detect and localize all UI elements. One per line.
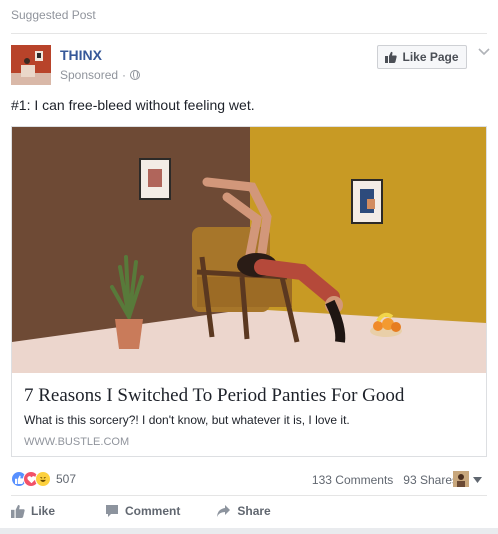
like-page-label: Like Page xyxy=(402,50,459,64)
shares-count-link[interactable]: 93 Shares xyxy=(403,473,458,487)
reaction-count[interactable]: 507 xyxy=(56,472,76,486)
divider xyxy=(11,33,487,34)
comment-button[interactable]: Comment xyxy=(105,504,180,518)
thumbs-up-icon xyxy=(385,51,398,63)
page-avatar[interactable] xyxy=(11,45,51,85)
comments-count-link[interactable]: 133 Comments xyxy=(312,473,393,487)
engagement-stats: 133 Comments 93 Shares xyxy=(312,473,458,487)
separator-dot: · xyxy=(122,68,127,82)
commenting-as-avatar[interactable] xyxy=(453,471,469,487)
page-name-link[interactable]: THINX xyxy=(60,47,102,63)
attachment-description: What is this sorcery?! I don't know, but… xyxy=(24,413,350,427)
share-label: Share xyxy=(237,504,271,518)
like-label: Like xyxy=(31,504,56,518)
avatar-image xyxy=(11,45,51,85)
like-page-button[interactable]: Like Page xyxy=(377,45,467,69)
attachment-domain: WWW.BUSTLE.COM xyxy=(24,436,130,448)
sponsored-line: Sponsored · xyxy=(60,68,141,82)
share-arrow-icon xyxy=(217,505,231,517)
divider xyxy=(11,495,487,496)
link-attachment[interactable]: 7 Reasons I Switched To Period Panties F… xyxy=(11,126,487,457)
comment-icon xyxy=(106,505,119,517)
attachment-illustration xyxy=(12,127,486,373)
caret-down-icon[interactable] xyxy=(473,477,482,483)
post-text: #1: I can free-bleed without feeling wet… xyxy=(11,97,255,113)
chevron-down-icon[interactable] xyxy=(478,48,490,56)
sponsored-label[interactable]: Sponsored xyxy=(60,68,118,82)
thumbs-up-icon xyxy=(11,505,25,518)
suggested-post-label: Suggested Post xyxy=(11,8,96,22)
haha-icon xyxy=(35,471,51,487)
reaction-summary[interactable]: 507 xyxy=(11,471,76,487)
attachment-image[interactable] xyxy=(12,127,486,373)
action-bar: Like Comment Share xyxy=(11,504,299,518)
attachment-headline[interactable]: 7 Reasons I Switched To Period Panties F… xyxy=(24,385,404,407)
feed-separator xyxy=(0,528,498,534)
comment-label: Comment xyxy=(125,504,181,518)
globe-icon xyxy=(130,70,141,80)
share-button[interactable]: Share xyxy=(216,504,271,518)
like-button[interactable]: Like xyxy=(11,504,55,518)
